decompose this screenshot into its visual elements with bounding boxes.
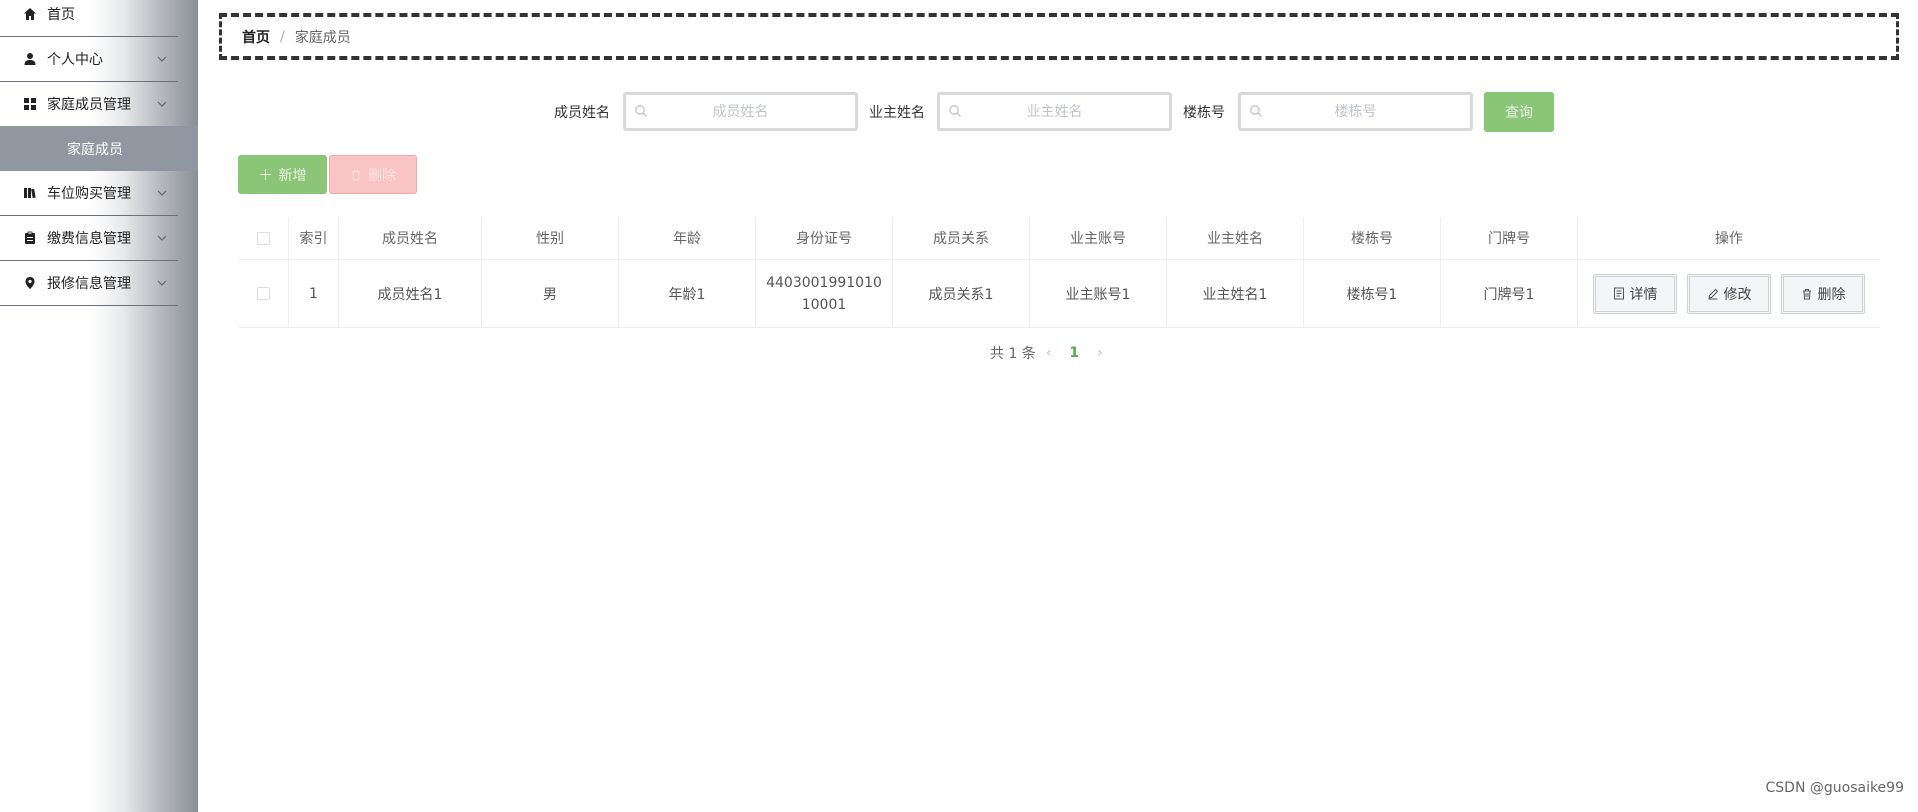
chevron-down-icon [157,235,167,241]
batch-delete-button[interactable]: 删除 [329,155,417,194]
building-label: 楼栋号 [1183,105,1225,121]
pagination-total: 共 1 条 [990,346,1036,362]
sidebar-item-label: 家庭成员管理 [47,97,131,113]
user-icon [23,52,37,66]
sidebar-item-label: 首页 [47,7,75,23]
pagination: 共 1 条 ‹ 1 › [990,343,1113,363]
home-icon [23,7,37,21]
building-input[interactable] [1241,95,1470,128]
detail-button[interactable]: 详情 [1593,273,1677,314]
cell-owner-account: 业主账号1 [1030,260,1167,327]
grid-icon [23,97,37,111]
member-name-label: 成员姓名 [554,105,610,121]
prev-page-icon[interactable]: ‹ [1046,345,1052,361]
sidebar-item-repair-management[interactable]: 报修信息管理 [0,261,178,306]
book-icon [23,186,37,200]
trash-icon [1802,288,1811,299]
search-icon [1250,105,1262,117]
sidebar-item-label: 缴费信息管理 [47,231,131,247]
cell-index: 1 [289,260,339,327]
cell-relation: 成员关系1 [893,260,1030,327]
search-icon [635,105,647,117]
sidebar: 首页 个人中心 家庭成员管理 家庭成员 车位购买管理 缴费信息管理 报修信息管理 [0,0,198,812]
delete-button[interactable]: 删除 [1781,273,1865,314]
cell-gender: 男 [482,260,619,327]
page-number-current[interactable]: 1 [1069,345,1079,361]
breadcrumb: 首页 / 家庭成员 [219,13,1899,60]
trash-icon [352,169,360,181]
column-header: 操作 [1715,231,1743,247]
column-header: 成员关系 [893,217,1030,259]
search-icon [949,105,961,117]
select-all-checkbox[interactable] [257,231,270,245]
column-header: 成员姓名 [339,217,482,259]
chevron-down-icon [157,56,167,62]
watermark: CSDN @guosaike99 [1765,780,1905,796]
table-row: 1 成员姓名1 男 年龄1 440300199101010001 成员关系1 业… [239,260,1880,328]
table-header-row: 索引 成员姓名 性别 年龄 身份证号 成员关系 业主账号 业主姓名 楼栋号 门牌… [239,217,1880,260]
member-name-input[interactable] [626,95,855,128]
query-button[interactable]: 查询 [1484,92,1554,132]
add-button[interactable]: ＋ 新增 [238,155,327,194]
sidebar-item-personal-center[interactable]: 个人中心 [0,37,178,82]
column-header: 楼栋号 [1304,217,1441,259]
cell-door: 门牌号1 [1441,260,1578,327]
column-header: 年龄 [619,217,756,259]
plus-icon: ＋ [258,167,273,184]
breadcrumb-home[interactable]: 首页 [242,27,270,47]
breadcrumb-current: 家庭成员 [294,29,351,46]
sidebar-item-label: 车位购买管理 [47,186,131,202]
column-header: 门牌号 [1441,217,1578,259]
breadcrumb-separator: / [280,28,285,45]
id-card-value: 440300199101010001 [766,274,882,313]
pencil-icon [1707,288,1718,299]
cell-member-name: 成员姓名1 [339,260,482,327]
pin-icon [23,276,37,290]
column-header: 业主账号 [1030,217,1167,259]
document-icon [1613,287,1624,300]
owner-name-label: 业主姓名 [869,105,925,121]
sidebar-item-family-management[interactable]: 家庭成员管理 [0,82,178,127]
sidebar-item-home[interactable]: 首页 [0,0,178,37]
family-member-table: 索引 成员姓名 性别 年龄 身份证号 成员关系 业主账号 业主姓名 楼栋号 门牌… [239,217,1880,328]
cell-building: 楼栋号1 [1304,260,1441,327]
row-checkbox[interactable] [257,287,270,300]
cell-age: 年龄1 [619,260,756,327]
sidebar-item-label: 报修信息管理 [47,276,131,292]
owner-name-search[interactable] [937,92,1172,131]
column-header: 业主姓名 [1167,217,1304,259]
member-name-search[interactable] [623,92,858,131]
cell-owner-name: 业主姓名1 [1167,260,1304,327]
building-search[interactable] [1238,92,1473,131]
sidebar-item-payment-management[interactable]: 缴费信息管理 [0,216,178,261]
owner-name-input[interactable] [940,95,1169,128]
sidebar-subitem-family-members[interactable]: 家庭成员 [0,126,198,171]
clipboard-icon [23,231,37,245]
chevron-down-icon [157,101,167,107]
select-all-cell [239,217,289,259]
column-header: 性别 [482,217,619,259]
sidebar-item-label: 个人中心 [47,52,103,68]
next-page-icon[interactable]: › [1097,345,1103,361]
column-header: 索引 [289,217,339,259]
column-header: 身份证号 [756,217,893,259]
sidebar-item-parking-purchase[interactable]: 车位购买管理 [0,171,178,216]
cell-id-card: 440300199101010001 [756,260,893,327]
chevron-down-icon [157,280,167,286]
chevron-down-icon [157,190,167,196]
cell-operations: 详情 修改 删除 [1578,260,1880,327]
row-select-cell [239,260,289,327]
edit-button[interactable]: 修改 [1687,273,1771,314]
